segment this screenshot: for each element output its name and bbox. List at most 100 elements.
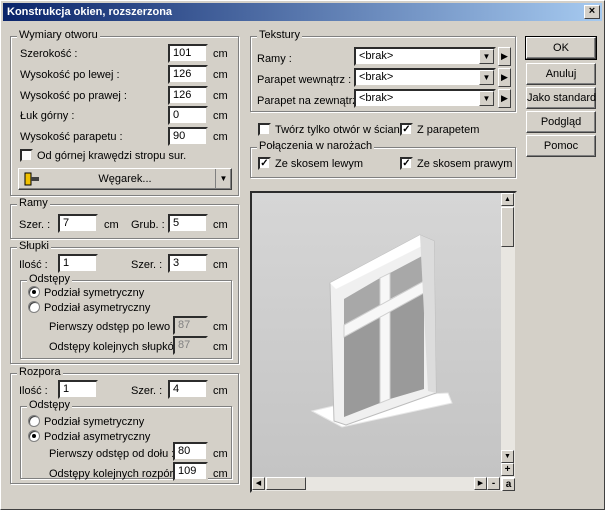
- with-sill-label: Z parapetem: [417, 124, 480, 136]
- mullion-asymmetric-radio[interactable]: [28, 301, 40, 313]
- unit-label: cm: [213, 219, 228, 231]
- select-value: <brak>: [359, 92, 394, 104]
- frame-width-input[interactable]: 7: [58, 214, 98, 233]
- height-left-label: Wysokość po lewej :: [20, 69, 120, 81]
- preview-viewport[interactable]: ▲ ▼ + ◀ ▶ - a: [250, 191, 517, 493]
- sill-height-label: Wysokość parapetu :: [20, 131, 123, 143]
- width-input[interactable]: 101: [168, 44, 208, 63]
- group-title: Wymiary otworu: [17, 29, 100, 41]
- unit-label: cm: [213, 259, 228, 271]
- transom-symmetric-radio[interactable]: [28, 415, 40, 427]
- height-right-label: Wysokość po prawej :: [20, 90, 127, 102]
- ok-button[interactable]: OK: [525, 36, 597, 60]
- horizontal-scroll-thumb[interactable]: [266, 477, 306, 490]
- group-title: Odstępy: [27, 399, 72, 411]
- chevron-down-icon[interactable]: ▼: [479, 70, 494, 85]
- preview-button[interactable]: Podgląd: [526, 111, 596, 133]
- first-spacing-label: Pierwszy odstęp od dołu :: [49, 448, 175, 460]
- symmetric-label: Podział symetryczny: [44, 416, 145, 428]
- height-left-input[interactable]: 126: [168, 65, 208, 84]
- texture-sill-outside-select[interactable]: <brak> ▼: [354, 89, 496, 108]
- zoom-in-button[interactable]: +: [501, 463, 514, 476]
- symmetric-label: Podział symetryczny: [44, 287, 145, 299]
- chevron-down-icon[interactable]: ▼: [479, 91, 494, 106]
- vertical-scrollbar[interactable]: ▲ ▼ +: [501, 193, 515, 477]
- chevron-down-icon: ▼: [215, 169, 231, 189]
- next-spacing-input[interactable]: 87: [173, 336, 208, 355]
- mullion-count-input[interactable]: 1: [58, 254, 98, 273]
- transom-count-label: Ilość :: [19, 385, 48, 397]
- mullion-count-label: Ilość :: [19, 259, 48, 271]
- transom-width-input[interactable]: 4: [168, 380, 208, 399]
- mullion-width-label: Szer. :: [131, 259, 163, 271]
- group-title: Tekstury: [257, 29, 302, 41]
- scroll-right-button[interactable]: ▶: [474, 477, 487, 490]
- texture-sill-inside-label: Parapet wewnątrz :: [257, 74, 352, 86]
- texture-sill-outside-browse-button[interactable]: ▶: [498, 89, 511, 108]
- group-title: Odstępy: [27, 273, 72, 285]
- height-right-input[interactable]: 126: [168, 86, 208, 105]
- unit-label: cm: [213, 448, 228, 460]
- miter-left-checkbox[interactable]: ✓: [258, 157, 271, 170]
- scroll-left-button[interactable]: ◀: [252, 477, 265, 490]
- transom-asymmetric-radio[interactable]: [28, 430, 40, 442]
- wegarek-label: Węgarek...: [98, 173, 152, 185]
- window-3d-preview: [252, 193, 501, 477]
- window-title: Konstrukcja okien, rozszerzona: [7, 6, 173, 18]
- mullion-symmetric-radio[interactable]: [28, 286, 40, 298]
- unit-label: cm: [213, 90, 228, 102]
- chevron-down-icon[interactable]: ▼: [479, 49, 494, 64]
- wegarek-dropdown-button[interactable]: Węgarek... ▼: [18, 168, 232, 190]
- cancel-button[interactable]: Anuluj: [526, 63, 596, 85]
- arch-input[interactable]: 0: [168, 106, 208, 125]
- next-spacing-label: Odstępy kolejnych słupków :: [49, 341, 188, 353]
- arrow-right-icon: ▶: [501, 51, 508, 61]
- next-spacing-label: Odstępy kolejnych rozpór :: [49, 468, 180, 480]
- unit-label: cm: [213, 341, 228, 353]
- miter-right-checkbox[interactable]: ✓: [400, 157, 413, 170]
- horizontal-scrollbar[interactable]: ◀ ▶ -: [252, 477, 501, 491]
- arrow-right-icon: ▶: [501, 93, 508, 103]
- mullion-width-input[interactable]: 3: [168, 254, 208, 273]
- first-spacing-input[interactable]: 80: [173, 442, 208, 461]
- texture-frames-select[interactable]: <brak> ▼: [354, 47, 496, 66]
- group-title: Połączenia w narożach: [257, 140, 375, 152]
- only-hole-checkbox[interactable]: [258, 123, 271, 136]
- texture-frames-browse-button[interactable]: ▶: [498, 47, 511, 66]
- unit-label: cm: [213, 110, 228, 122]
- vertical-scroll-thumb[interactable]: [501, 207, 514, 247]
- sill-height-input[interactable]: 90: [168, 127, 208, 146]
- asymmetric-label: Podział asymetryczny: [44, 302, 151, 314]
- texture-sill-inside-browse-button[interactable]: ▶: [498, 68, 511, 87]
- unit-label: cm: [213, 48, 228, 60]
- first-spacing-input[interactable]: 87: [173, 316, 208, 335]
- from-top-checkbox[interactable]: [20, 149, 33, 162]
- from-top-label: Od górnej krawędzi stropu sur.: [37, 150, 187, 162]
- unit-label: cm: [213, 385, 228, 397]
- transom-count-input[interactable]: 1: [58, 380, 98, 399]
- zoom-all-button[interactable]: a: [502, 478, 515, 491]
- zoom-out-button[interactable]: -: [487, 477, 500, 490]
- texture-frames-label: Ramy :: [257, 53, 292, 65]
- frame-thickness-label: Grub. :: [131, 219, 165, 231]
- scroll-up-button[interactable]: ▲: [501, 193, 514, 206]
- frame-width-label: Szer. :: [19, 219, 51, 231]
- help-button[interactable]: Pomoc: [526, 135, 596, 157]
- texture-sill-inside-select[interactable]: <brak> ▼: [354, 68, 496, 87]
- unit-label: cm: [213, 321, 228, 333]
- unit-label: cm: [213, 69, 228, 81]
- frame-thickness-input[interactable]: 5: [168, 214, 208, 233]
- unit-label: cm: [104, 219, 119, 231]
- group-title: Rozpora: [17, 366, 63, 378]
- miter-left-label: Ze skosem lewym: [275, 158, 364, 170]
- dialog-window: Konstrukcja okien, rozszerzona × Wymiary…: [0, 0, 605, 510]
- transom-width-label: Szer. :: [131, 385, 163, 397]
- next-spacing-input[interactable]: 109: [173, 462, 208, 481]
- set-standard-button[interactable]: Jako standard: [526, 87, 596, 109]
- with-sill-checkbox[interactable]: ✓: [400, 123, 413, 136]
- only-hole-label: Twórz tylko otwór w ścianie: [275, 124, 409, 136]
- scroll-down-button[interactable]: ▼: [501, 450, 514, 463]
- group-title: Ramy: [17, 197, 50, 209]
- close-button[interactable]: ×: [584, 5, 600, 19]
- title-bar: Konstrukcja okien, rozszerzona ×: [3, 3, 602, 21]
